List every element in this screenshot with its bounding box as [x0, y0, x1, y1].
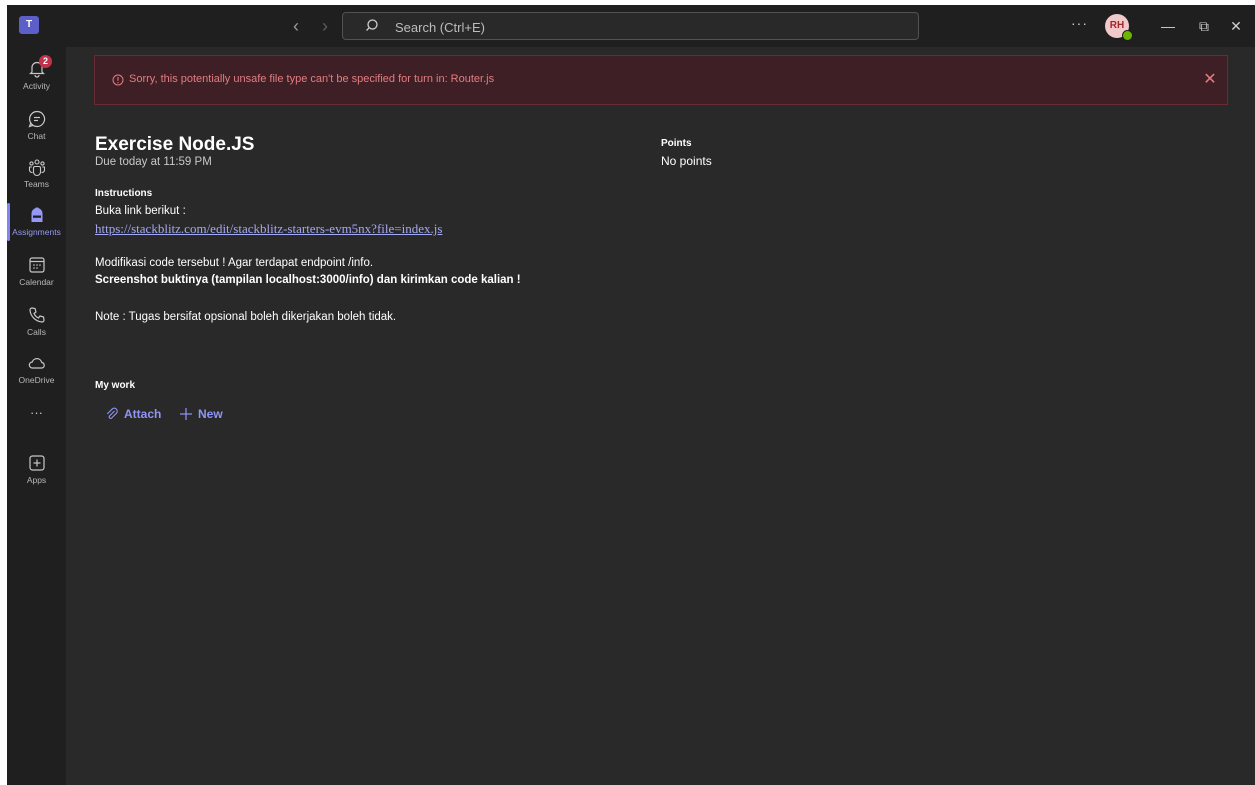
rail-label-assignments: Assignments: [12, 227, 61, 237]
rail-label-chat: Chat: [27, 131, 46, 141]
dismiss-banner-button[interactable]: ✕: [1200, 70, 1220, 90]
error-message: Sorry, this potentially unsafe file type…: [129, 73, 495, 85]
rail-item-chat[interactable]: Chat: [7, 103, 66, 151]
rail-item-apps[interactable]: Apps: [7, 447, 66, 495]
forward-button[interactable]: ›: [313, 14, 337, 38]
rail-label-activity: Activity: [23, 81, 50, 91]
new-label: New: [198, 407, 223, 421]
teams-icon: [28, 159, 46, 177]
restore-button[interactable]: ⧉: [1193, 15, 1215, 37]
assignments-icon: [31, 207, 43, 222]
presence-available-icon: [1122, 30, 1133, 41]
rail-label-teams: Teams: [23, 179, 50, 189]
paperclip-icon: [106, 407, 118, 419]
instruction-link[interactable]: https://stackblitz.com/edit/stackblitz-s…: [95, 221, 442, 237]
teams-window: T ‹ › ··· RH — ⧉ ✕ 2 Activity: [7, 5, 1255, 785]
search-box[interactable]: [342, 12, 919, 40]
due-date: Due today at 11:59 PM: [95, 156, 212, 168]
rail-more-apps-button[interactable]: ···: [7, 403, 66, 427]
points-value: No points: [661, 154, 712, 168]
error-banner: Sorry, this potentially unsafe file type…: [94, 55, 1228, 105]
attach-button[interactable]: Attach: [105, 405, 161, 423]
add-apps-icon: [29, 455, 45, 471]
rail-item-teams[interactable]: Teams: [7, 151, 66, 199]
calendar-icon: [29, 257, 45, 273]
instruction-line-bold: Screenshot buktinya (tampilan localhost:…: [95, 274, 521, 286]
activity-badge: 2: [39, 55, 52, 68]
instruction-line: Modifikasi code tersebut ! Agar terdapat…: [95, 257, 374, 269]
close-window-button[interactable]: ✕: [1225, 15, 1247, 37]
my-work-heading: My work: [95, 380, 136, 391]
attach-label: Attach: [124, 407, 162, 421]
rail-item-assignments[interactable]: Assignments: [7, 199, 66, 247]
rail-label-apps: Apps: [26, 475, 47, 485]
rail-item-calendar[interactable]: Calendar: [7, 249, 66, 297]
instruction-note: Note : Tugas bersifat opsional boleh dik…: [95, 311, 397, 323]
app-rail: 2 Activity Chat Teams Assignments Calend…: [7, 47, 66, 785]
assignment-title: Exercise Node.JS: [95, 134, 255, 155]
rail-item-activity[interactable]: 2 Activity: [7, 53, 66, 101]
search-icon: [366, 19, 378, 31]
new-button[interactable]: New: [179, 405, 223, 423]
instructions-heading: Instructions: [95, 188, 153, 199]
instruction-line: Buka link berikut :: [95, 205, 186, 217]
rail-label-calls: Calls: [27, 327, 46, 337]
more-dots-icon: ···: [30, 405, 43, 420]
more-options-button[interactable]: ···: [1071, 15, 1088, 31]
back-button[interactable]: ‹: [284, 14, 308, 38]
rail-label-onedrive: OneDrive: [18, 375, 55, 385]
cloud-icon: [28, 358, 45, 369]
rail-item-calls[interactable]: Calls: [7, 299, 66, 347]
title-bar: T ‹ › ··· RH — ⧉ ✕: [7, 5, 1255, 47]
rail-label-calendar: Calendar: [19, 277, 54, 287]
teams-logo-icon: T: [19, 16, 39, 34]
search-input[interactable]: [393, 16, 897, 38]
minimize-button[interactable]: —: [1157, 15, 1179, 37]
points-heading: Points: [661, 138, 692, 149]
rail-item-onedrive[interactable]: OneDrive: [7, 347, 66, 395]
chat-icon: [28, 110, 46, 128]
phone-icon: [29, 307, 45, 323]
error-icon: [112, 74, 124, 86]
assignment-detail: Sorry, this potentially unsafe file type…: [66, 47, 1255, 785]
plus-icon: [180, 408, 192, 420]
